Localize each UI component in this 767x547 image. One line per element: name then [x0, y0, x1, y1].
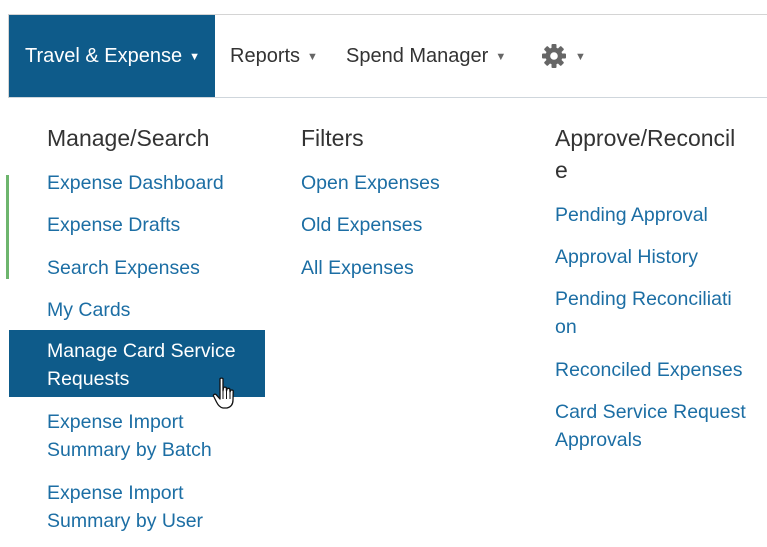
menu-link-approval-history[interactable]: Approval History: [555, 243, 698, 271]
nav-travel-expense[interactable]: Travel & Expense ▼: [9, 15, 215, 97]
approve-reconcile-heading: Approve/Reconcile: [555, 125, 736, 183]
menu-link-pending-approval[interactable]: Pending Approval: [555, 201, 708, 229]
menu-link-pending-reconciliation[interactable]: Pending Reconciliation: [555, 285, 740, 341]
manage-search-heading: Manage/Search: [47, 125, 210, 151]
caret-down-icon: ▼: [495, 51, 507, 63]
menu-link-expense-drafts[interactable]: Expense Drafts: [47, 211, 180, 239]
gear-icon: [540, 42, 568, 70]
nav-spend-manager-label: Spend Manager: [346, 44, 489, 67]
nav-travel-expense-label: Travel & Expense: [25, 44, 183, 67]
caret-down-icon: ▼: [189, 51, 200, 63]
travel-expense-dropdown: Manage/Search Expense Dashboard Expense …: [9, 98, 767, 547]
menu-link-card-service-request-approvals[interactable]: Card Service Request Approvals: [555, 398, 760, 454]
caret-down-icon: ▼: [307, 51, 318, 63]
caret-down-icon: ▼: [575, 51, 586, 63]
menu-link-open-expenses[interactable]: Open Expenses: [301, 169, 440, 197]
menu-link-all-expenses[interactable]: All Expenses: [301, 254, 414, 282]
menu-link-old-expenses[interactable]: Old Expenses: [301, 211, 422, 239]
menu-link-expense-import-summary-batch[interactable]: Expense Import Summary by Batch: [47, 408, 247, 464]
hand-pointer-icon: [212, 377, 238, 416]
menu-link-expense-import-summary-user[interactable]: Expense Import Summary by User: [47, 479, 247, 535]
menu-link-my-cards[interactable]: My Cards: [47, 296, 130, 324]
top-navbar: Travel & Expense ▼ Reports ▼ Spend Manag…: [9, 15, 767, 98]
menu-link-expense-dashboard[interactable]: Expense Dashboard: [47, 169, 224, 197]
nav-spend-manager[interactable]: Spend Manager ▼: [346, 15, 506, 97]
settings-menu[interactable]: ▼: [540, 15, 586, 97]
nav-reports-label: Reports: [230, 44, 301, 67]
nav-reports[interactable]: Reports ▼: [230, 15, 318, 97]
menu-link-reconciled-expenses[interactable]: Reconciled Expenses: [555, 356, 743, 384]
filters-heading: Filters: [301, 125, 364, 151]
menu-link-search-expenses[interactable]: Search Expenses: [47, 254, 200, 282]
